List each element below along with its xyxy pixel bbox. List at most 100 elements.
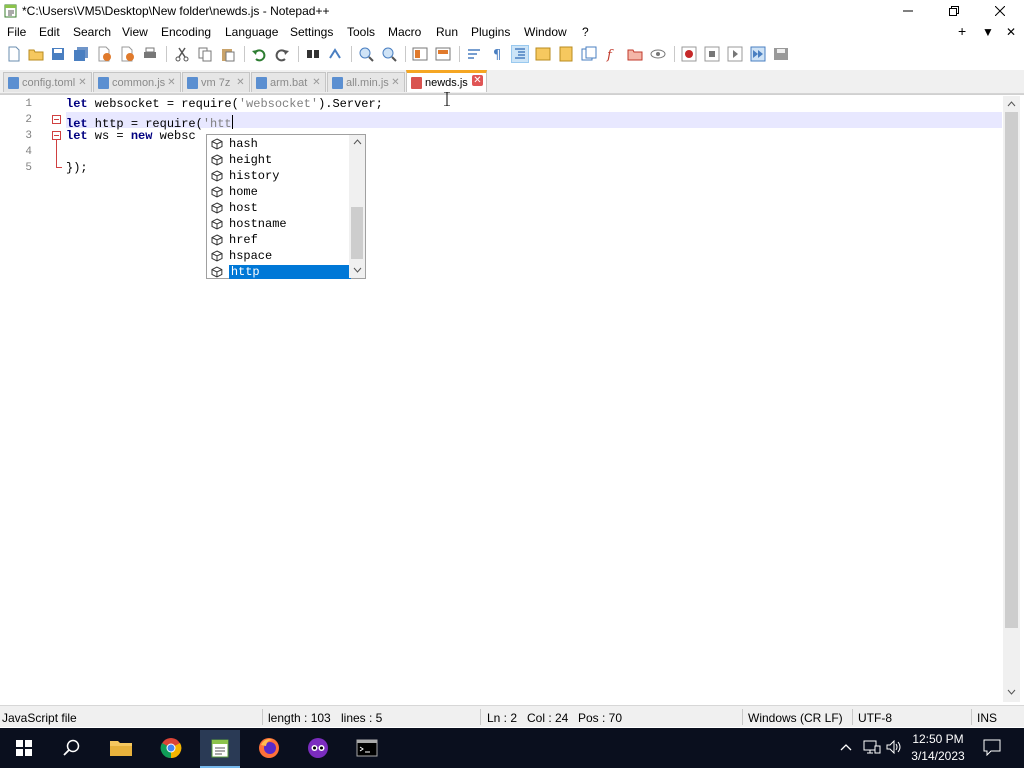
autocomplete-scroll-thumb[interactable] [351, 207, 363, 259]
save-all-icon[interactable] [73, 46, 89, 62]
autocomplete-item[interactable]: history [211, 168, 351, 184]
print-icon[interactable] [142, 46, 158, 62]
close-button[interactable] [977, 0, 1023, 22]
tab-close-icon[interactable]: ✕ [390, 77, 401, 88]
autocomplete-item[interactable]: hostname [211, 216, 351, 232]
code-line[interactable]: }); [66, 161, 88, 175]
code-line[interactable]: let websocket = require('websocket').Ser… [66, 97, 383, 111]
close-all-icon[interactable] [119, 46, 135, 62]
minimize-button[interactable] [885, 0, 931, 22]
show-all-characters-icon[interactable]: ¶ [489, 46, 505, 62]
scroll-up-arrow-icon[interactable] [1007, 100, 1016, 107]
status-encoding[interactable]: UTF-8 [858, 711, 892, 725]
taskbar-date[interactable]: 3/14/2023 [908, 749, 968, 763]
status-eol[interactable]: Windows (CR LF) [748, 711, 843, 725]
monitoring-icon[interactable] [650, 46, 666, 62]
cut-icon[interactable] [174, 46, 190, 62]
close-document-icon[interactable]: ✕ [1006, 25, 1016, 39]
autocomplete-item-selected[interactable]: http [211, 264, 351, 280]
autocomplete-item[interactable]: hspace [211, 248, 351, 264]
autocomplete-item[interactable]: home [211, 184, 351, 200]
tab-close-icon[interactable]: ✕ [472, 75, 483, 86]
autocomplete-item[interactable]: height [211, 152, 351, 168]
taskbar-firefox[interactable] [249, 730, 289, 766]
zoom-out-icon[interactable] [381, 46, 397, 62]
menu-settings[interactable]: Settings [290, 25, 333, 39]
menu-encoding[interactable]: Encoding [161, 25, 211, 39]
undo-icon[interactable] [251, 46, 267, 62]
menu-search[interactable]: Search [73, 25, 111, 39]
find-icon[interactable] [305, 46, 321, 62]
show-hidden-icons-chevron-icon[interactable] [840, 742, 852, 752]
menu-help[interactable]: ? [582, 25, 589, 39]
tab-close-icon[interactable]: ✕ [77, 77, 88, 88]
scroll-up-arrow-icon[interactable] [353, 138, 362, 145]
play-macro-icon[interactable] [727, 46, 743, 62]
sync-vertical-icon[interactable] [412, 46, 428, 62]
tab-config-toml[interactable]: config.toml ✕ [3, 72, 92, 92]
open-file-icon[interactable] [28, 46, 44, 62]
save-macro-icon[interactable] [773, 46, 789, 62]
new-file-icon[interactable] [6, 46, 22, 62]
editor-scroll-thumb[interactable] [1005, 112, 1018, 628]
taskbar-app[interactable] [298, 730, 338, 766]
taskbar-terminal[interactable] [347, 730, 387, 766]
menu-run[interactable]: Run [436, 25, 458, 39]
notifications-icon[interactable] [983, 739, 1001, 756]
network-icon[interactable] [863, 740, 881, 754]
function-list-icon[interactable]: f [604, 46, 620, 62]
tab-close-icon[interactable]: ✕ [311, 77, 322, 88]
status-insert-mode[interactable]: INS [977, 711, 997, 725]
sync-horizontal-icon[interactable] [435, 46, 451, 62]
close-file-icon[interactable] [96, 46, 112, 62]
menu-plugins[interactable]: Plugins [471, 25, 510, 39]
tab-newds-js[interactable]: newds.js ✕ [406, 70, 487, 92]
tab-close-icon[interactable]: ✕ [166, 77, 177, 88]
zoom-in-icon[interactable] [358, 46, 374, 62]
menu-view[interactable]: View [122, 25, 148, 39]
autocomplete-popup[interactable]: hash height history home host hostname h… [206, 134, 366, 279]
folder-as-workspace-icon[interactable] [627, 46, 643, 62]
editor-area[interactable] [0, 94, 1024, 702]
scroll-down-arrow-icon[interactable] [1007, 689, 1016, 696]
taskbar-search-button[interactable] [52, 730, 92, 766]
menu-language[interactable]: Language [225, 25, 278, 39]
volume-icon[interactable] [886, 740, 904, 754]
menu-macro[interactable]: Macro [388, 25, 421, 39]
autocomplete-item[interactable]: host [211, 200, 351, 216]
taskbar-time[interactable]: 12:50 PM [908, 732, 968, 746]
tab-vm-7z[interactable]: vm 7z ✕ [182, 72, 250, 92]
start-button[interactable] [4, 730, 44, 766]
document-map-icon[interactable] [558, 46, 574, 62]
paste-icon[interactable] [220, 46, 236, 62]
taskbar-chrome[interactable] [151, 730, 191, 766]
menu-edit[interactable]: Edit [39, 25, 60, 39]
autocomplete-item[interactable]: href [211, 232, 351, 248]
menu-window[interactable]: Window [524, 25, 567, 39]
tab-list-dropdown-icon[interactable]: ▼ [982, 25, 994, 39]
scroll-down-arrow-icon[interactable] [353, 267, 362, 274]
new-tab-plus-icon[interactable]: + [958, 23, 966, 39]
stop-macro-icon[interactable] [704, 46, 720, 62]
menu-tools[interactable]: Tools [347, 25, 375, 39]
tab-arm-bat[interactable]: arm.bat ✕ [251, 72, 326, 92]
run-macro-multiple-icon[interactable] [750, 46, 766, 62]
indent-guide-icon[interactable] [511, 45, 529, 63]
save-icon[interactable] [50, 46, 66, 62]
fold-minus-icon[interactable] [52, 115, 61, 124]
fold-minus-icon[interactable] [52, 131, 61, 140]
menu-file[interactable]: File [7, 25, 26, 39]
code-line[interactable]: let ws = new websc [66, 129, 196, 143]
word-wrap-icon[interactable] [466, 46, 482, 62]
tab-common-js[interactable]: common.js ✕ [93, 72, 181, 92]
replace-icon[interactable] [328, 46, 344, 62]
user-defined-language-icon[interactable] [535, 46, 551, 62]
restore-button[interactable] [931, 0, 977, 22]
tab-close-icon[interactable]: ✕ [235, 77, 246, 88]
copy-icon[interactable] [197, 46, 213, 62]
document-list-icon[interactable] [581, 46, 597, 62]
tab-all-min-js[interactable]: all.min.js ✕ [327, 72, 405, 92]
autocomplete-item[interactable]: hash [211, 136, 351, 152]
redo-icon[interactable] [274, 46, 290, 62]
taskbar-notepadpp[interactable] [200, 730, 240, 768]
